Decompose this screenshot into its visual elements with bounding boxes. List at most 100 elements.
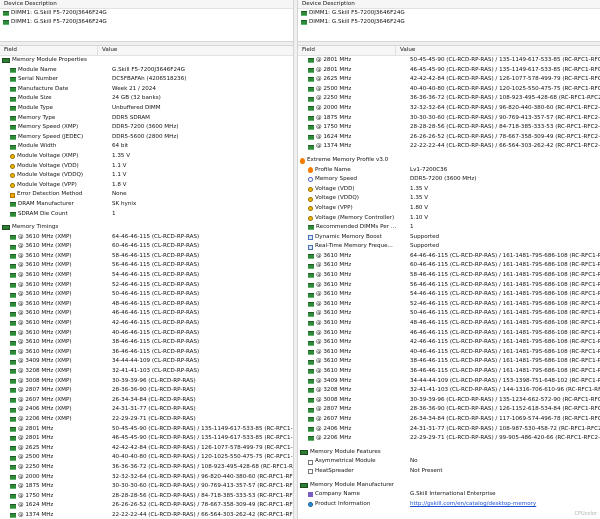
table-row[interactable]: @ 3610 MHz (XMP) 56-46-46-115 (CL-RCD-RP-… [0, 261, 293, 271]
table-row[interactable]: Error Detection Method None [0, 190, 293, 200]
table-row[interactable]: @ 3208 MHz 32-41-41-103 (CL-RCD-RP-RAS) /… [298, 386, 600, 396]
field-column-header[interactable]: Field [0, 46, 98, 55]
table-row[interactable]: @ 2607 MHz 26-34-34-84 (CL-RCD-RP-RAS) / … [298, 415, 600, 425]
table-row[interactable]: @ 3610 MHz (XMP) 60-46-46-115 (CL-RCD-RP-… [0, 242, 293, 252]
table-row[interactable]: @ 2206 MHz 22-29-29-71 (CL-RCD-RP-RAS) / … [298, 434, 600, 444]
table-row[interactable]: @ 3610 MHz 52-46-46-115 (CL-RCD-RP-RAS) /… [298, 300, 600, 310]
table-row[interactable]: @ 2206 MHz (XMP) 22-29-29-71 (CL-RCD-RP-R… [0, 415, 293, 425]
table-row[interactable]: @ 3610 MHz 46-46-46-115 (CL-RCD-RP-RAS) /… [298, 329, 600, 339]
table-row[interactable]: @ 3610 MHz (XMP) 64-46-46-115 (CL-RCD-RP-… [0, 233, 293, 243]
table-row[interactable]: @ 2406 MHz 24-31-31-77 (CL-RCD-RP-RAS) / … [298, 425, 600, 435]
table-row[interactable]: @ 3008 MHz 30-39-39-96 (CL-RCD-RP-RAS) / … [298, 396, 600, 406]
table-row[interactable]: @ 2000 MHz 32-32-32-64 (CL-RCD-RP-RAS) / … [0, 473, 293, 483]
table-row[interactable]: @ 2607 MHz (XMP) 26-34-34-84 (CL-RCD-RP-R… [0, 396, 293, 406]
section-header[interactable]: Memory Module Properties [0, 56, 293, 66]
table-row[interactable]: Real-Time Memory Freque... Supported [298, 242, 600, 252]
table-row[interactable]: Module Voltage (VDD) 1.1 V [0, 162, 293, 172]
table-row[interactable]: @ 1624 MHz 26-26-26-52 (CL-RCD-RP-RAS) / … [298, 133, 600, 143]
table-row[interactable]: Voltage (VDDQ) 1.35 V [298, 194, 600, 204]
device-item[interactable]: DIMM1: G.Skill F5-7200J3646F24G [298, 9, 600, 18]
table-row[interactable]: @ 2250 MHz 36-36-36-72 (CL-RCD-RP-RAS) / … [298, 94, 600, 104]
table-row[interactable]: @ 3610 MHz (XMP) 38-46-46-115 (CL-RCD-RP-… [0, 338, 293, 348]
table-row[interactable]: @ 1624 MHz 26-26-26-52 (CL-RCD-RP-RAS) / … [0, 501, 293, 511]
table-row[interactable]: Module Name G.Skill F5-7200J3646F24G [0, 66, 293, 76]
table-row[interactable]: @ 3610 MHz 40-46-46-115 (CL-RCD-RP-RAS) /… [298, 348, 600, 358]
table-row[interactable]: @ 3610 MHz 36-46-46-115 (CL-RCD-RP-RAS) /… [298, 367, 600, 377]
device-item[interactable]: DIMM1: G.Skill F5-7200J3646F24G [0, 18, 293, 27]
table-row[interactable]: @ 3610 MHz 54-46-46-115 (CL-RCD-RP-RAS) /… [298, 290, 600, 300]
device-item[interactable]: DIMM1: G.Skill F5-7200J3646F24G [0, 9, 293, 18]
section-header[interactable]: Memory Timings [0, 223, 293, 233]
table-row[interactable]: Memory Type DDR5 SDRAM [0, 114, 293, 124]
table-row[interactable]: Manufacture Date Week 21 / 2024 [0, 85, 293, 95]
table-row[interactable]: DRAM Manufacturer SK hynix [0, 200, 293, 210]
table-row[interactable]: Module Voltage (XMP) 1.35 V [0, 152, 293, 162]
table-row[interactable]: Voltage (VDD) 1.35 V [298, 185, 600, 195]
table-row[interactable]: Memory Speed DDR5-7200 (3600 MHz) [298, 175, 600, 185]
table-row[interactable]: @ 3610 MHz (XMP) 46-46-46-115 (CL-RCD-RP-… [0, 309, 293, 319]
table-row[interactable]: Voltage (Memory Controller) 1.10 V [298, 214, 600, 224]
table-row[interactable]: @ 3610 MHz (XMP) 42-46-46-115 (CL-RCD-RP-… [0, 319, 293, 329]
table-row[interactable]: Module Size 24 GB (32 banks) [0, 94, 293, 104]
table-row[interactable]: SDRAM Die Count 1 [0, 210, 293, 220]
table-row[interactable]: Module Voltage (VDDQ) 1.1 V [0, 171, 293, 181]
table-row[interactable]: @ 2801 MHz 46-45-45-90 (CL-RCD-RP-RAS) / … [298, 66, 600, 76]
table-row[interactable]: @ 3610 MHz 48-46-46-115 (CL-RCD-RP-RAS) /… [298, 319, 600, 329]
table-row[interactable]: @ 3610 MHz (XMP) 40-46-46-115 (CL-RCD-RP-… [0, 329, 293, 339]
table-row[interactable]: @ 3208 MHz (XMP) 32-41-41-103 (CL-RCD-RP-… [0, 367, 293, 377]
table-row[interactable]: @ 2406 MHz (XMP) 24-31-31-77 (CL-RCD-RP-R… [0, 405, 293, 415]
table-row[interactable]: Module Voltage (VPP) 1.8 V [0, 181, 293, 191]
table-row[interactable]: @ 3409 MHz (XMP) 34-44-44-109 (CL-RCD-RP-… [0, 357, 293, 367]
table-row[interactable]: @ 2000 MHz 32-32-32-64 (CL-RCD-RP-RAS) / … [298, 104, 600, 114]
table-row[interactable]: Module Type Unbuffered DIMM [0, 104, 293, 114]
table-row[interactable]: @ 2500 MHz 40-40-40-80 (CL-RCD-RP-RAS) / … [0, 453, 293, 463]
section-header[interactable]: Memory Module Manufacturer [298, 481, 600, 491]
table-row[interactable]: @ 1374 MHz 22-22-22-44 (CL-RCD-RP-RAS) / … [298, 142, 600, 152]
table-row[interactable]: @ 3610 MHz (XMP) 58-46-46-115 (CL-RCD-RP-… [0, 252, 293, 262]
table-row[interactable]: @ 3610 MHz (XMP) 48-46-46-115 (CL-RCD-RP-… [0, 300, 293, 310]
device-description-header[interactable]: Device Description [298, 0, 600, 9]
table-row[interactable]: @ 2250 MHz 36-36-36-72 (CL-RCD-RP-RAS) / … [0, 463, 293, 473]
table-row[interactable]: @ 2801 MHz 46-45-45-90 (CL-RCD-RP-RAS) / … [0, 434, 293, 444]
table-row[interactable]: @ 2807 MHz 28-36-36-90 (CL-RCD-RP-RAS) / … [298, 405, 600, 415]
table-row[interactable]: @ 2801 MHz 50-45-45-90 (CL-RCD-RP-RAS) / … [298, 56, 600, 66]
table-row[interactable]: @ 1875 MHz 30-30-30-60 (CL-RCD-RP-RAS) / … [0, 482, 293, 492]
table-row[interactable]: @ 3610 MHz 60-46-46-115 (CL-RCD-RP-RAS) /… [298, 261, 600, 271]
table-row[interactable]: Memory Speed (XMP) DDR5-7200 (3600 MHz) [0, 123, 293, 133]
table-row[interactable]: @ 3409 MHz 34-44-44-109 (CL-RCD-RP-RAS) /… [298, 377, 600, 387]
table-row[interactable]: HeatSpreader Not Present [298, 467, 600, 477]
table-row[interactable]: Serial Number DC5FBAFAh (4206518236) [0, 75, 293, 85]
table-row[interactable]: @ 3610 MHz 56-46-46-115 (CL-RCD-RP-RAS) /… [298, 281, 600, 291]
value-column-header[interactable]: Value [396, 46, 415, 55]
table-row[interactable]: @ 3610 MHz 58-46-46-115 (CL-RCD-RP-RAS) /… [298, 271, 600, 281]
field-column-header[interactable]: Field [298, 46, 396, 55]
table-row[interactable]: Recommended DIMMs Per ... 1 [298, 223, 600, 233]
device-item[interactable]: DIMM1: G.Skill F5-7200J3646F24G [298, 18, 600, 27]
section-header[interactable]: Memory Module Features [298, 448, 600, 458]
table-row[interactable]: @ 3610 MHz 38-46-46-115 (CL-RCD-RP-RAS) /… [298, 357, 600, 367]
table-row[interactable]: @ 2625 MHz 42-42-42-84 (CL-RCD-RP-RAS) / … [298, 75, 600, 85]
table-row[interactable]: @ 3610 MHz 64-46-46-115 (CL-RCD-RP-RAS) /… [298, 252, 600, 262]
table-row[interactable]: @ 1374 MHz 22-22-22-44 (CL-RCD-RP-RAS) / … [0, 511, 293, 519]
table-row[interactable]: Company Name G.Skill International Enterp… [298, 490, 600, 500]
table-row[interactable]: Dynamic Memory Boost Supported [298, 233, 600, 243]
table-row[interactable]: Memory Speed (JEDEC) DDR5-5600 (2800 MHz) [0, 133, 293, 143]
table-row[interactable]: @ 3610 MHz (XMP) 54-46-46-115 (CL-RCD-RP-… [0, 271, 293, 281]
table-row[interactable]: Module Width 64 bit [0, 142, 293, 152]
table-row[interactable]: @ 2807 MHz (XMP) 28-36-36-90 (CL-RCD-RP-R… [0, 386, 293, 396]
table-row[interactable]: @ 3610 MHz 50-46-46-115 (CL-RCD-RP-RAS) /… [298, 309, 600, 319]
table-row[interactable]: Asymmetrical Module No [298, 457, 600, 467]
product-link[interactable]: http://gskill.com/en/catalog/desktop-mem… [406, 500, 600, 510]
table-row[interactable]: @ 3610 MHz 42-46-46-115 (CL-RCD-RP-RAS) /… [298, 338, 600, 348]
table-row[interactable]: Product Information http://gskill.com/en/… [298, 500, 600, 510]
table-row[interactable]: @ 3610 MHz (XMP) 36-46-46-115 (CL-RCD-RP-… [0, 348, 293, 358]
table-row[interactable]: @ 3610 MHz (XMP) 50-46-46-115 (CL-RCD-RP-… [0, 290, 293, 300]
table-row[interactable]: @ 3610 MHz (XMP) 52-46-46-115 (CL-RCD-RP-… [0, 281, 293, 291]
table-row[interactable]: @ 1750 MHz 28-28-28-56 (CL-RCD-RP-RAS) / … [298, 123, 600, 133]
table-row[interactable]: @ 1750 MHz 28-28-28-56 (CL-RCD-RP-RAS) / … [0, 492, 293, 502]
table-row[interactable]: Profile Name Lv1-7200C36 [298, 166, 600, 176]
table-row[interactable]: Voltage (VPP) 1.80 V [298, 204, 600, 214]
table-row[interactable]: @ 2625 MHz 42-42-42-84 (CL-RCD-RP-RAS) / … [0, 444, 293, 454]
table-row[interactable]: @ 2500 MHz 40-40-40-80 (CL-RCD-RP-RAS) / … [298, 85, 600, 95]
section-header[interactable]: Extreme Memory Profile v3.0 [298, 156, 600, 166]
